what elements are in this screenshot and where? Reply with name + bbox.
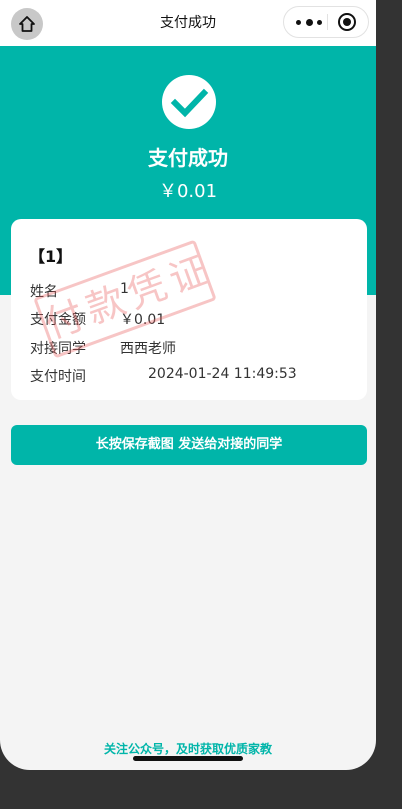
home-icon (19, 16, 35, 32)
save-screenshot-button[interactable]: 长按保存截图 发送给对接的同学 (11, 425, 367, 465)
success-badge (162, 75, 216, 129)
mini-program-capsule (283, 6, 369, 38)
more-dots-icon[interactable] (296, 7, 322, 37)
order-title: 【1】 (29, 247, 73, 266)
target-close-icon[interactable] (338, 13, 356, 31)
check-icon (170, 88, 209, 118)
follow-official-account-link[interactable]: 关注公众号，及时获取优质家教 (0, 740, 376, 757)
home-button[interactable] (11, 8, 43, 40)
capsule-divider (327, 14, 328, 30)
detail-label: 支付时间 (30, 369, 86, 385)
phone-screen: 支付成功 支付成功 ￥0.01 【1】 姓名 1 支付金额 ￥0.01 对接同学… (0, 0, 376, 770)
success-title: 支付成功 (148, 146, 228, 170)
detail-value: 西西老师 (120, 341, 176, 357)
payment-details-card: 【1】 姓名 1 支付金额 ￥0.01 对接同学 西西老师 支付时间 2024-… (11, 219, 367, 400)
home-indicator (133, 756, 243, 761)
detail-value: 2024-01-24 11:49:53 (148, 366, 297, 382)
navigation-bar: 支付成功 (0, 0, 376, 46)
paid-amount: ￥0.01 (158, 181, 218, 202)
